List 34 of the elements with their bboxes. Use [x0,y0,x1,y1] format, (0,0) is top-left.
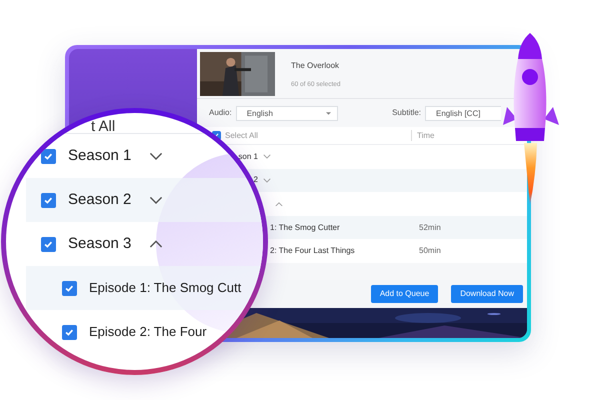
season-label: son 1 [237,150,258,163]
episode-duration: 50min [419,245,441,258]
caret-icon [326,112,331,114]
episode-duration: 52min [419,222,441,234]
season-label: Season 3 [68,234,132,254]
field-label: Subtitle: [392,107,421,119]
chevron-up-icon[interactable] [149,240,164,248]
chevron-down-icon[interactable] [149,152,164,160]
episode-title: 1: The Smog Cutter [269,222,341,234]
checkbox[interactable] [62,324,77,340]
chevron-down-icon[interactable] [149,196,164,204]
checkbox[interactable] [41,148,56,164]
episode-title: Episode 2: The Four [89,323,207,342]
dropdown[interactable]: English [236,106,338,120]
episode-title: 2: The Four Last Things [269,245,356,258]
checkbox[interactable] [41,192,56,208]
check-icon [43,238,54,250]
episode-title: Episode 1: The Smog Cutt [89,279,242,298]
check-icon [43,150,54,162]
column-header: Time [417,130,434,142]
check-icon [64,326,75,338]
dropdown[interactable]: English [CC] [425,106,501,120]
season-label: Season 1 [68,146,132,166]
action-button[interactable]: Add to Queue [370,284,438,303]
select-all-label: Select All [225,130,259,142]
action-button[interactable]: Download Now [451,284,523,303]
checkbox[interactable] [62,280,77,296]
checkbox[interactable] [41,236,56,252]
check-icon [43,194,54,206]
title: The Overlook [291,60,340,72]
check-icon [64,282,75,294]
season-label: 2 [252,174,258,186]
season-label: Season 2 [68,190,132,210]
field-label: Audio: [209,107,232,119]
